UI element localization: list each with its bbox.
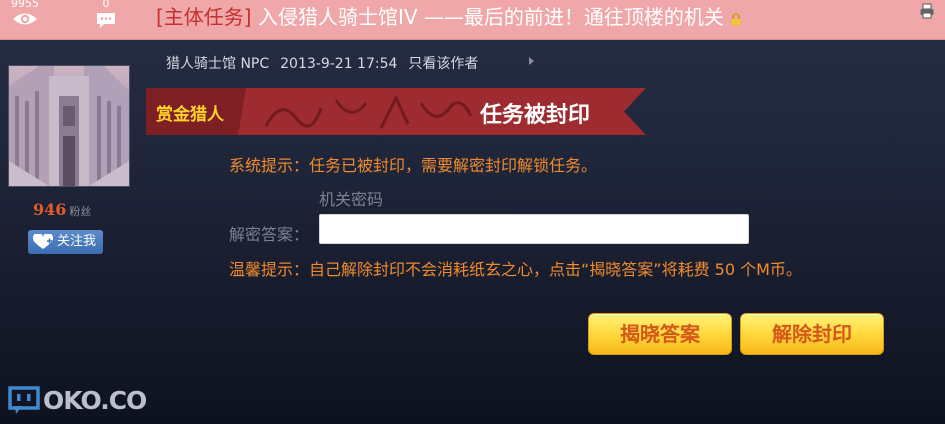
fans-label: 粉丝 [69,205,92,218]
thread-category-tag[interactable]: [主体任务] [156,5,252,29]
thread-title-text: 入侵猎人骑士馆IV ——最后的前进！通往顶楼的机关 [251,5,724,29]
answer-input[interactable] [319,214,749,244]
watermark-text: OKO.CO [43,386,147,415]
follow-button[interactable]: 关注我 [28,230,103,254]
avatar[interactable] [8,65,130,187]
heart-icon [32,234,54,249]
thread-title: [主体任务] 入侵猎人骑士馆IV ——最后的前进！通往顶楼的机关 [156,4,742,32]
reveal-answer-button[interactable]: 揭晓答案 [588,313,732,355]
lock-icon [730,6,742,32]
chevron-right-icon[interactable] [529,57,534,65]
views-stat: 9955 [5,0,45,27]
follow-label: 关注我 [57,234,97,249]
warm-tip: 温馨提示：自己解除封印不会消耗纸玄之心，点击“揭晓答案”将耗费 50 个M币。 [229,260,802,279]
chat-logo-icon [8,386,40,414]
fans-count: 946 [33,200,67,219]
comment-icon [97,13,115,28]
post-meta: 猎人骑士馆 NPC 2013-9-21 17:54 只看该作者 [166,53,489,73]
eye-icon [13,13,37,25]
only-author-link[interactable]: 只看该作者 [408,56,478,72]
system-tip: 系统提示：任务已被封印，需要解密封印解锁任务。 [229,156,598,175]
replies-count: 0 [102,0,110,10]
ribbon-left-label: 赏金猎人 [156,105,224,125]
post-date: 2013-9-21 17:54 [280,56,398,72]
fans-counter: 946 粉丝 [33,200,91,219]
views-count: 9955 [11,0,39,10]
quest-ribbon: 赏金猎人 任务被封印 [146,88,646,135]
site-watermark: OKO.CO [8,386,147,416]
print-icon[interactable] [919,3,935,23]
field-hint: 机关密码 [319,190,384,209]
replies-stat: 0 [86,0,126,29]
thread-header-bar: 9955 0 [主体任务] 入侵猎人骑士馆IV ——最后的前进！通往顶楼的机关 [0,0,945,40]
answer-label: 解密答案： [229,225,310,244]
post-author[interactable]: 猎人骑士馆 NPC [166,56,269,72]
unseal-button[interactable]: 解除封印 [740,313,884,355]
ribbon-right-label: 任务被封印 [480,103,591,128]
